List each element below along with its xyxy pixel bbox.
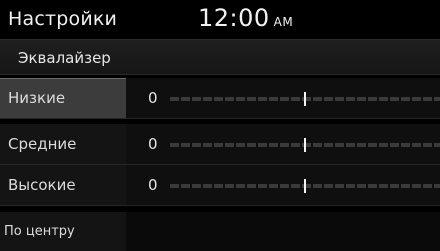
clock: 12:00 AM	[198, 4, 293, 36]
band-row-treble: Высокие 0	[0, 165, 440, 206]
band-value-mid: 0	[148, 135, 158, 153]
band-value-bass: 0	[148, 89, 158, 107]
band-slider-mid[interactable]	[170, 138, 440, 152]
bottom-empty-area	[126, 212, 440, 251]
band-slider-bass[interactable]	[170, 92, 440, 106]
subheader-bar: Эквалайзер	[0, 40, 440, 75]
slider-thumb[interactable]	[304, 179, 306, 193]
header-bar: Настройки 12:00 AM	[0, 0, 440, 40]
row-divider	[0, 205, 440, 206]
band-slider-treble[interactable]	[170, 179, 440, 193]
clock-ampm: AM	[273, 15, 294, 29]
row-divider	[0, 118, 440, 119]
center-button[interactable]: По центру	[0, 212, 126, 251]
band-label-bass[interactable]: Низкие	[0, 78, 126, 119]
clock-time: 12:00	[198, 4, 270, 32]
band-row-mid: Средние 0	[0, 124, 440, 165]
section-title: Эквалайзер	[18, 49, 111, 67]
screen-title: Настройки	[8, 8, 118, 30]
equalizer-screen: Настройки 12:00 AM Эквалайзер Низкие 0 Ср…	[0, 0, 440, 251]
band-label-treble[interactable]: Высокие	[0, 165, 126, 206]
band-row-bass: Низкие 0	[0, 78, 440, 119]
band-label-mid[interactable]: Средние	[0, 124, 126, 165]
slider-thumb[interactable]	[304, 92, 306, 106]
band-value-treble: 0	[148, 176, 158, 194]
slider-thumb[interactable]	[304, 138, 306, 152]
